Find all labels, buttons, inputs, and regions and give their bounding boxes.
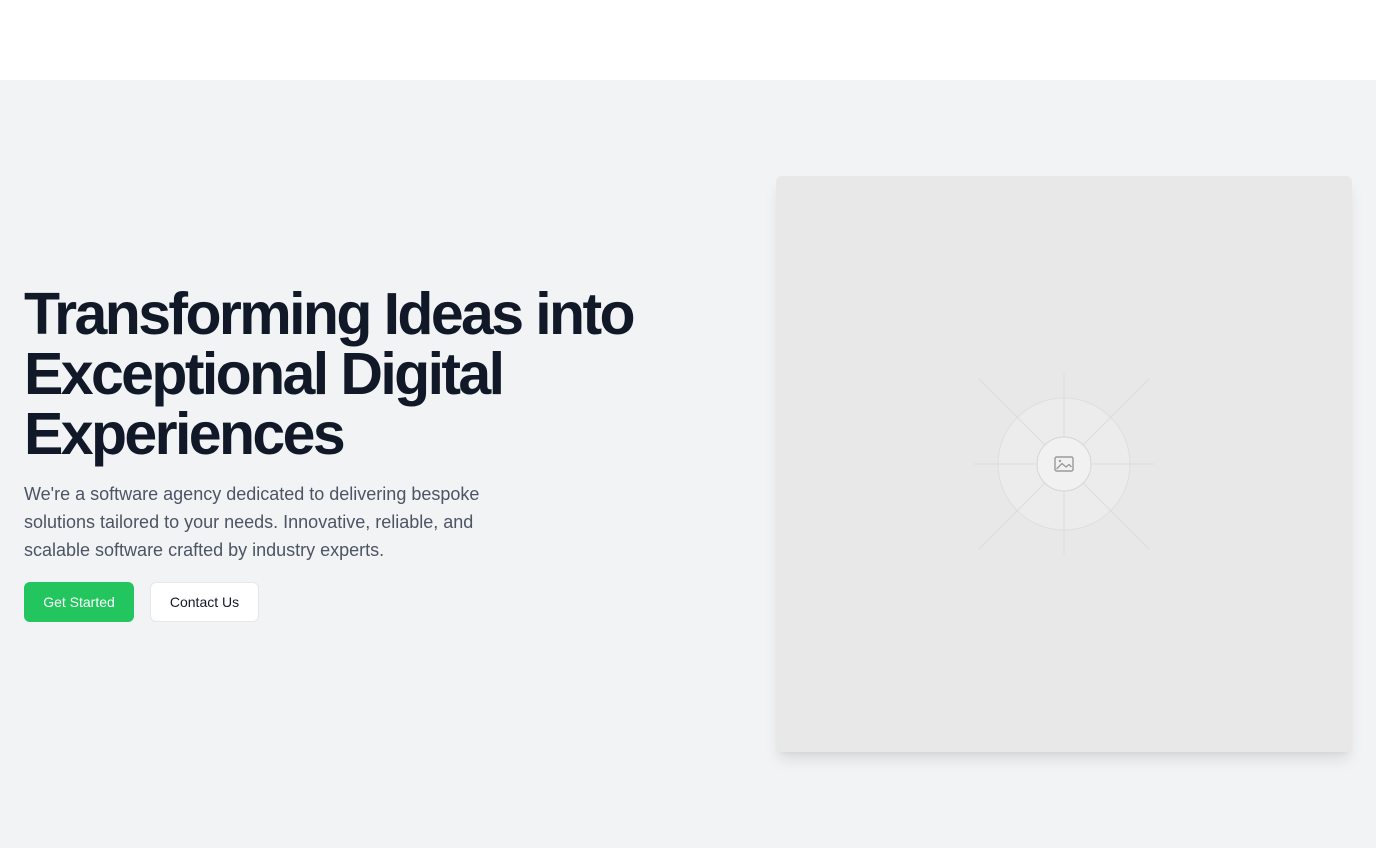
hero-actions: Get Started Contact Us [24, 582, 684, 622]
image-placeholder-graphic [974, 374, 1154, 554]
hero-section: Transforming Ideas into Exceptional Digi… [0, 80, 1376, 848]
top-navigation-bar [0, 0, 1376, 80]
contact-us-button[interactable]: Contact Us [150, 582, 259, 622]
hero-description: We're a software agency dedicated to del… [24, 484, 480, 560]
hero-content: Transforming Ideas into Exceptional Digi… [24, 284, 684, 622]
hero-image-placeholder [776, 176, 1352, 752]
hero-headline: Transforming Ideas into Exceptional Digi… [24, 281, 636, 467]
get-started-button[interactable]: Get Started [24, 582, 134, 622]
